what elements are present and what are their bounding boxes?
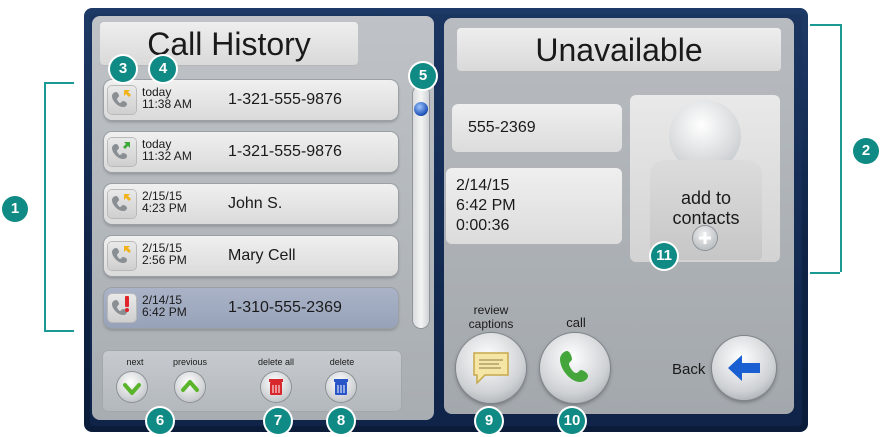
call-row[interactable]: today 11:32 AM 1-321-555-9876 bbox=[104, 132, 398, 172]
arrow-left-icon bbox=[728, 355, 760, 381]
bracket-2-bottom bbox=[810, 272, 840, 274]
bracket-2-top bbox=[810, 24, 840, 26]
callout-10: 10 bbox=[559, 408, 585, 434]
callout-5: 5 bbox=[410, 63, 436, 89]
callout-9: 9 bbox=[476, 408, 502, 434]
call-label: 1-310-555-2369 bbox=[228, 299, 342, 316]
phone-icon bbox=[108, 190, 136, 218]
number-box: 555-2369 bbox=[452, 104, 622, 152]
phone-icon bbox=[108, 138, 136, 166]
call-datetime: 2/15/15 4:23 PM bbox=[142, 189, 187, 215]
call-datetime: today 11:32 AM bbox=[142, 137, 192, 163]
scrollbar-thumb[interactable] bbox=[414, 102, 428, 116]
phone-icon bbox=[108, 242, 136, 270]
phone-icon bbox=[560, 351, 588, 382]
call-row-selected[interactable]: 2/14/15 6:42 PM 1-310-555-2369 bbox=[104, 288, 398, 328]
checkmark-icon bbox=[123, 383, 141, 395]
trash-icon bbox=[269, 379, 283, 395]
caller-number: 555-2369 bbox=[468, 119, 536, 136]
back-button[interactable] bbox=[712, 336, 776, 400]
call-label: Mary Cell bbox=[228, 247, 296, 264]
plus-icon bbox=[693, 226, 717, 250]
scrollbar-track[interactable] bbox=[413, 86, 429, 328]
add-to-contacts-label: add to contacts bbox=[672, 188, 740, 228]
call-duration: 0:00:36 bbox=[456, 217, 510, 234]
call-label: John S. bbox=[228, 195, 283, 212]
call-row[interactable]: 2/15/15 2:56 PM Mary Cell bbox=[104, 236, 398, 276]
call-status-title: Unavailable bbox=[457, 28, 781, 72]
bracket-1-bottom bbox=[44, 330, 74, 332]
callout-11: 11 bbox=[651, 243, 677, 269]
review-captions-button[interactable] bbox=[456, 333, 526, 403]
callout-6: 6 bbox=[147, 408, 173, 434]
call-row[interactable]: today 11:38 AM 1-321-555-9876 bbox=[104, 80, 398, 120]
next-button[interactable] bbox=[117, 372, 147, 402]
callout-1: 1 bbox=[2, 196, 28, 222]
call-label: 1-321-555-9876 bbox=[228, 143, 342, 160]
call-date: 2/14/15 bbox=[456, 177, 510, 194]
bracket-2-line bbox=[840, 24, 842, 272]
call-datetime: today 11:38 AM bbox=[142, 85, 192, 111]
delete-label: delete bbox=[329, 357, 355, 367]
call-time: 6:42 PM bbox=[456, 197, 516, 214]
call-datetime: 2/15/15 2:56 PM bbox=[142, 241, 187, 267]
delete-button[interactable] bbox=[326, 372, 356, 402]
bracket-1-line bbox=[44, 82, 46, 330]
call-button[interactable] bbox=[540, 333, 610, 403]
back-label: Back bbox=[672, 361, 706, 378]
review-captions-label: review captions bbox=[468, 303, 514, 331]
callout-8: 8 bbox=[328, 408, 354, 434]
call-history-title: Call History bbox=[100, 22, 358, 66]
call-label: 1-321-555-9876 bbox=[228, 91, 342, 108]
delete-all-button[interactable] bbox=[261, 372, 291, 402]
phone-icon bbox=[108, 86, 136, 114]
callout-2: 2 bbox=[853, 138, 879, 164]
previous-button[interactable] bbox=[175, 372, 205, 402]
call-row[interactable]: 2/15/15 4:23 PM John S. bbox=[104, 184, 398, 224]
call-label: call bbox=[566, 315, 586, 330]
delete-all-label: delete all bbox=[257, 357, 295, 367]
call-datetime: 2/14/15 6:42 PM bbox=[142, 293, 187, 319]
phone-icon bbox=[108, 294, 136, 322]
chevron-up-icon bbox=[181, 380, 199, 392]
next-label: next bbox=[126, 357, 144, 367]
trash-icon bbox=[334, 379, 348, 395]
call-details-box: 2/14/15 6:42 PM 0:00:36 bbox=[446, 168, 622, 244]
captions-icon bbox=[473, 352, 509, 385]
callout-4: 4 bbox=[150, 56, 176, 82]
callout-7: 7 bbox=[265, 408, 291, 434]
callout-3: 3 bbox=[110, 56, 136, 82]
bracket-1-top bbox=[44, 82, 74, 84]
previous-label: previous bbox=[172, 357, 208, 367]
